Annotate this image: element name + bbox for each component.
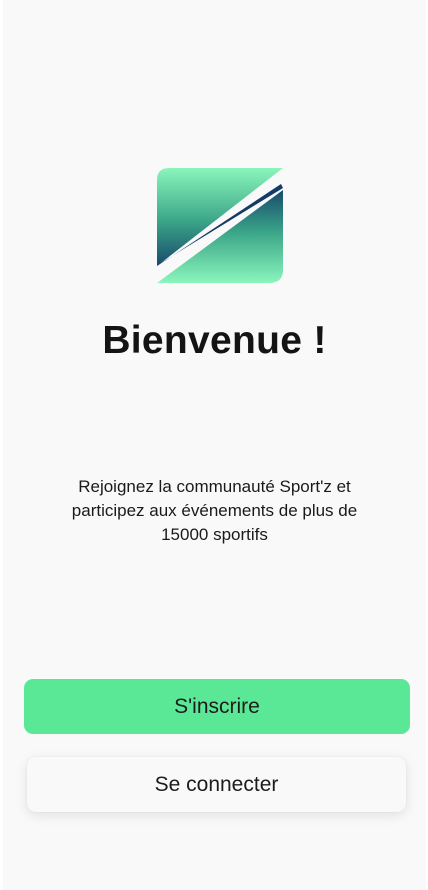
login-button[interactable]: Se connecter [27,757,406,812]
welcome-screen: Bienvenue ! Rejoignez la communauté Spor… [3,0,426,890]
signup-button[interactable]: S'inscrire [24,679,410,734]
welcome-title: Bienvenue ! [102,319,327,362]
sportz-logo-icon [153,166,285,286]
welcome-description: Rejoignez la communauté Sport'z et parti… [71,477,358,544]
